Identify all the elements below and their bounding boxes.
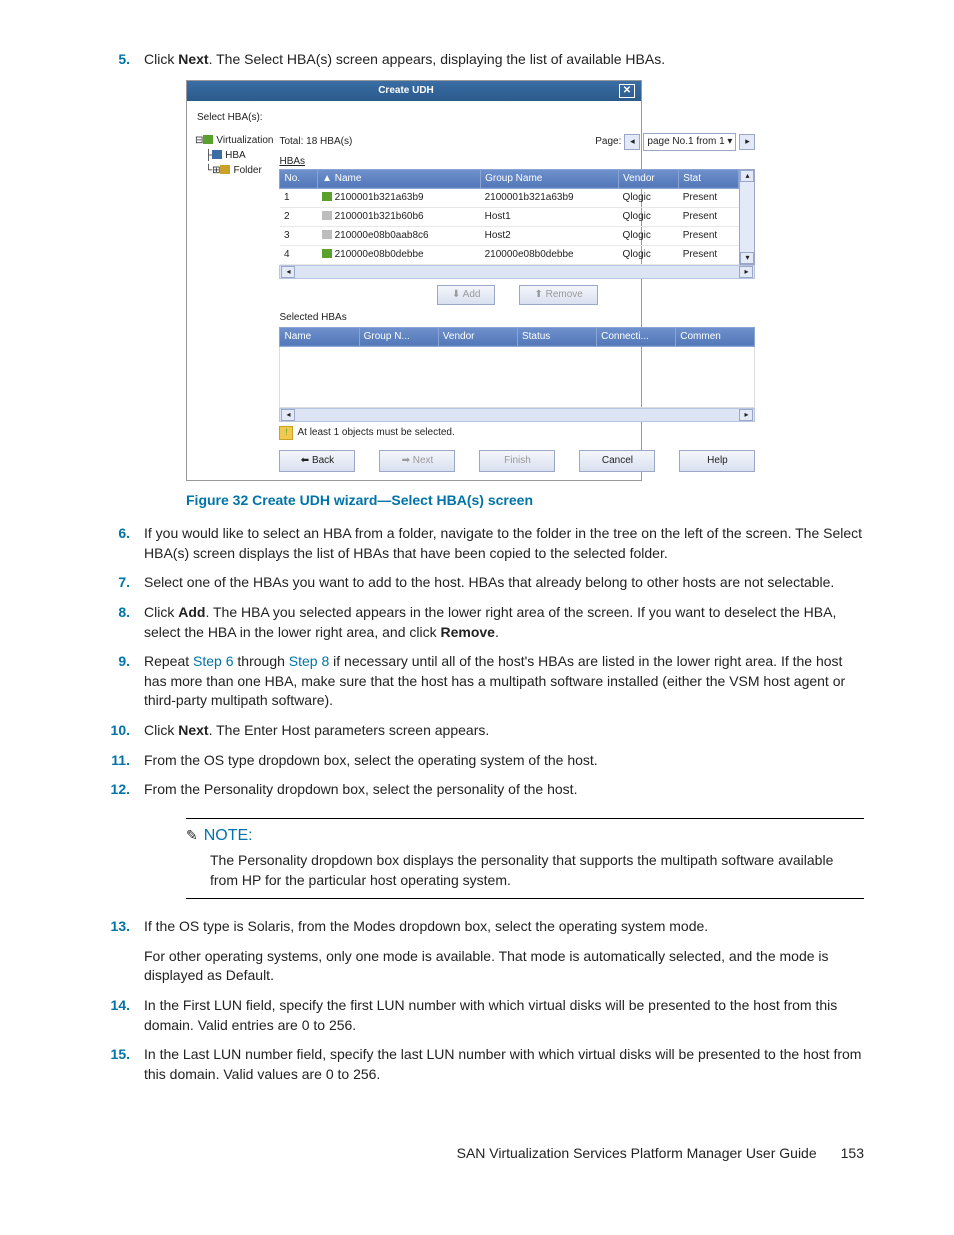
help-button[interactable]: Help — [679, 450, 755, 472]
step-6: 6.If you would like to select an HBA fro… — [90, 524, 864, 563]
hba-table[interactable]: No. ▲ Name Group Name Vendor Stat 121000… — [279, 169, 739, 265]
footer-title: SAN Virtualization Services Platform Man… — [457, 1144, 817, 1164]
horizontal-scrollbar[interactable]: ◂▸ — [279, 265, 755, 279]
select-hba-label: Select HBA(s): — [197, 111, 633, 125]
step-9: 9.Repeat Step 6 through Step 8 if necess… — [90, 652, 864, 711]
page-number: 153 — [841, 1144, 864, 1164]
note-text: The Personality dropdown box displays th… — [210, 851, 864, 890]
step-text: Click Next. The Select HBA(s) screen app… — [144, 50, 864, 70]
step-5: 5. Click Next. The Select HBA(s) screen … — [90, 50, 864, 70]
dialog-title: Create UDH — [193, 84, 619, 98]
instruction-list-cont: 6.If you would like to select an HBA fro… — [90, 524, 864, 800]
step-12: 12.From the Personality dropdown box, se… — [90, 780, 864, 800]
step-8-link[interactable]: Step 8 — [289, 653, 329, 669]
finish-button[interactable]: Finish — [479, 450, 555, 472]
step-14: 14.In the First LUN field, specify the f… — [90, 996, 864, 1035]
table-row: 3210000e08b0aab8c6Host2QlogicPresent — [280, 226, 739, 245]
instruction-list-cont2: 13. If the OS type is Solaris, from the … — [90, 917, 864, 1084]
total-count: Total: 18 HBA(s) — [279, 135, 352, 149]
warning-icon: ! — [279, 426, 293, 440]
hbas-label: HBAs — [279, 155, 755, 169]
page-footer: SAN Virtualization Services Platform Man… — [90, 1144, 864, 1164]
next-button[interactable]: ➡ Next — [379, 450, 455, 472]
figure-caption: Figure 32 Create UDH wizard—Select HBA(s… — [186, 491, 864, 511]
table-row: 22100001b321b60b6Host1QlogicPresent — [280, 207, 739, 226]
selected-hbas-label: Selected HBAs — [279, 311, 755, 325]
note-icon: ✎ — [186, 826, 198, 846]
page-next-button[interactable]: ▸ — [739, 134, 755, 150]
vertical-scrollbar[interactable]: ▴▾ — [739, 169, 755, 265]
pager: Page: ◂ page No.1 from 1 ▾ ▸ — [595, 133, 755, 151]
close-icon[interactable]: ✕ — [619, 84, 635, 98]
cancel-button[interactable]: Cancel — [579, 450, 655, 472]
page-prev-button[interactable]: ◂ — [624, 134, 640, 150]
folder-tree[interactable]: ⊟Virtualization ├HBA └⊞Folder — [195, 133, 273, 472]
instruction-list: 5. Click Next. The Select HBA(s) screen … — [90, 50, 864, 70]
dialog-titlebar: Create UDH ✕ — [187, 81, 641, 101]
add-button[interactable]: ⬇ Add — [437, 285, 495, 305]
step-10: 10.Click Next. The Enter Host parameters… — [90, 721, 864, 741]
note-block: ✎ NOTE: The Personality dropdown box dis… — [186, 818, 864, 900]
step-8: 8.Click Add. The HBA you selected appear… — [90, 603, 864, 642]
selected-hba-table[interactable]: NameGroup N...VendorStatusConnecti...Com… — [279, 327, 755, 347]
step-6-link[interactable]: Step 6 — [193, 653, 233, 669]
note-title: NOTE: — [204, 825, 253, 847]
step-number: 5. — [90, 50, 144, 70]
horizontal-scrollbar-2[interactable]: ◂▸ — [279, 408, 755, 422]
step-7: 7.Select one of the HBAs you want to add… — [90, 573, 864, 593]
remove-button[interactable]: ⬆ Remove — [519, 285, 597, 305]
step-13: 13. If the OS type is Solaris, from the … — [90, 917, 864, 986]
create-udh-dialog: Create UDH ✕ Select HBA(s): ⊟Virtualizat… — [186, 80, 642, 481]
step-15: 15.In the Last LUN number field, specify… — [90, 1045, 864, 1084]
table-row: 12100001b321a63b92100001b321a63b9QlogicP… — [280, 188, 739, 207]
step-11: 11.From the OS type dropdown box, select… — [90, 751, 864, 771]
back-button[interactable]: ⬅ Back — [279, 450, 355, 472]
warning-message: !At least 1 objects must be selected. — [279, 426, 755, 440]
page-select[interactable]: page No.1 from 1 ▾ — [643, 133, 736, 151]
table-row: 4210000e08b0debbe210000e08b0debbeQlogicP… — [280, 245, 739, 264]
